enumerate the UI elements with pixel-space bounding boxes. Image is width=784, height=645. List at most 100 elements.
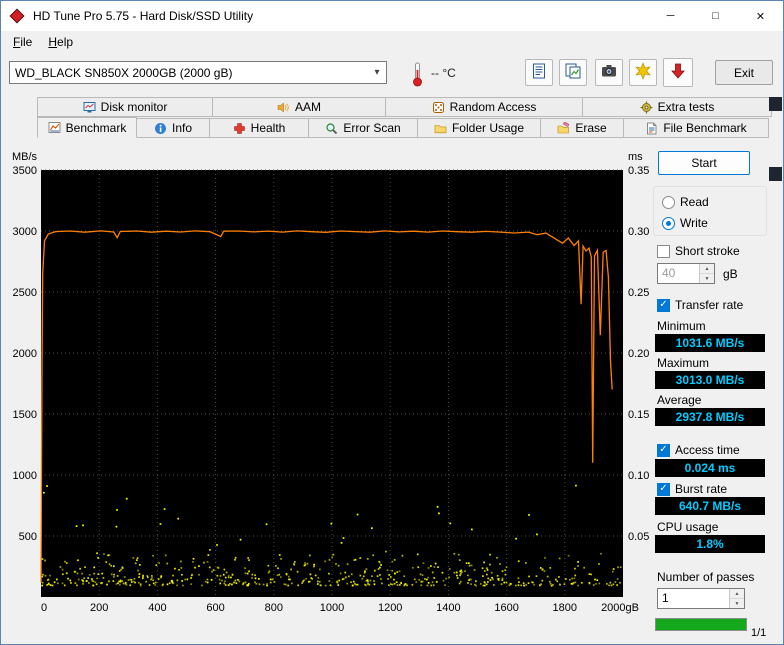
start-button[interactable]: Start [658,151,750,175]
titlebar: HD Tune Pro 5.75 - Hard Disk/SSD Utility… [1,1,783,31]
yellow-splash-icon [634,62,652,83]
tab-file-benchmark[interactable]: File Benchmark [623,118,769,138]
burst-rate-value: 640.7 MB/s [655,497,765,515]
window-edge-marker [769,167,782,181]
tab-error-scan[interactable]: Error Scan [308,118,418,138]
update-button[interactable] [663,58,693,87]
x-tick: 200 [90,602,108,614]
y-right-tick: 0.10 [628,470,649,482]
y-right-tick: 0.15 [628,409,649,421]
close-button[interactable]: ✕ [738,1,783,31]
tab-extra-tests[interactable]: Extra tests [582,97,772,117]
maximize-button[interactable]: □ [693,1,738,31]
info-icon [154,122,167,135]
drive-selector[interactable]: WD_BLACK SN850X 2000GB (2000 gB) ▾ [9,61,387,84]
y-right-tick: 0.25 [628,287,649,299]
menubar: File Help [1,31,783,53]
read-label: Read [680,195,709,209]
tab-disk-monitor[interactable]: Disk monitor [37,97,213,117]
copy-info-button[interactable] [525,59,553,86]
short-stroke-label: Short stroke [675,244,740,258]
tab-aam[interactable]: AAM [212,97,386,117]
tab-label: Health [250,121,286,135]
folder-eraser-icon [557,121,570,135]
minimum-label: Minimum [657,319,706,333]
y-left-tick: 1000 [13,470,37,482]
write-radio[interactable]: Write [662,216,708,230]
tab-health[interactable]: Health [209,118,309,138]
folder-icon [434,122,447,135]
spinner-up-icon[interactable]: ▲ [730,589,744,599]
camera-icon [600,62,618,83]
tab-label: Erase [575,121,607,135]
exit-button[interactable]: Exit [715,60,773,85]
x-tick: 0 [41,602,47,614]
progress-fill [656,619,746,630]
tab-erase[interactable]: Erase [540,118,624,138]
tab-label: Random Access [449,100,537,114]
benchmark-chart-icon [48,121,61,134]
short-stroke-value: 40 [662,266,676,280]
burst-rate-label: Burst rate [675,482,728,496]
average-label: Average [657,393,702,407]
chevron-down-icon: ▾ [374,67,380,78]
file-icon [645,122,658,135]
checkbox-icon: ✓ [657,443,670,457]
tab-label: Error Scan [343,121,401,135]
special-function-button[interactable] [629,59,657,86]
app-icon [9,8,25,24]
y-left-tick: 500 [19,531,37,543]
benchmark-panel: MB/s ms 3500 3000 2500 2000 1500 1000 500 0.35 0.3… [1,138,783,644]
transfer-rate-checkbox[interactable]: ✓ Transfer rate [657,298,743,312]
spinner-down-icon[interactable]: ▼ [700,274,714,283]
magnifier-icon [325,122,338,135]
save-screenshot-button[interactable] [595,59,623,86]
menu-help[interactable]: Help [40,32,81,52]
write-label: Write [680,216,708,230]
short-stroke-spinner[interactable]: 40 ▲ ▼ [657,263,715,284]
window-controls: ─ □ ✕ [648,1,783,31]
tab-benchmark[interactable]: Benchmark [37,117,137,138]
tab-random-access[interactable]: Random Access [385,97,583,117]
copy-text-icon [530,62,548,83]
window-title: HD Tune Pro 5.75 - Hard Disk/SSD Utility [33,9,254,23]
tab-label: AAM [294,100,321,114]
y-left-tick: 2000 [13,348,37,360]
y-left-tick: 3000 [13,226,37,238]
minimum-value: 1031.6 MB/s [655,334,765,352]
access-time-checkbox[interactable]: ✓ Access time [657,443,740,457]
y-left-tick: 2500 [13,287,37,299]
drive-selector-value: WD_BLACK SN850X 2000GB (2000 gB) [15,65,233,80]
thermometer-icon [411,61,424,92]
progress-bar [655,618,747,631]
access-time-value: 0.024 ms [655,459,765,477]
tab-label: File Benchmark [663,121,747,135]
copy-screenshot-button[interactable] [559,59,587,86]
x-tick: 600 [206,602,224,614]
tab-label: Folder Usage [451,121,525,135]
short-stroke-checkbox[interactable]: Short stroke [657,244,740,258]
spinner-buttons[interactable]: ▲ ▼ [699,264,714,283]
tab-info[interactable]: Info [136,118,210,138]
spinner-buttons[interactable]: ▲ ▼ [729,589,744,608]
menu-file[interactable]: File [5,32,40,52]
tab-folder-usage[interactable]: Folder Usage [417,118,541,138]
spinner-down-icon[interactable]: ▼ [730,599,744,608]
minimize-button[interactable]: ─ [648,1,693,31]
y-right-tick: 0.05 [628,531,649,543]
temperature-readout: -- °C [431,66,456,80]
gear-icon [640,101,653,114]
read-radio[interactable]: Read [662,195,709,209]
read-write-group: Read Write [653,186,767,236]
red-cross-icon [233,122,246,135]
passes-spinner[interactable]: 1 ▲ ▼ [657,588,745,609]
burst-rate-checkbox[interactable]: ✓ Burst rate [657,482,727,496]
spinner-up-icon[interactable]: ▲ [700,264,714,274]
x-tick: 1600 [494,602,518,614]
x-tick: 1200 [378,602,402,614]
short-stroke-unit: gB [723,267,738,281]
maximum-value: 3013.0 MB/s [655,371,765,389]
tab-label: Benchmark [65,120,127,135]
x-tick: 800 [265,602,283,614]
cpu-usage-label: CPU usage [657,520,719,534]
